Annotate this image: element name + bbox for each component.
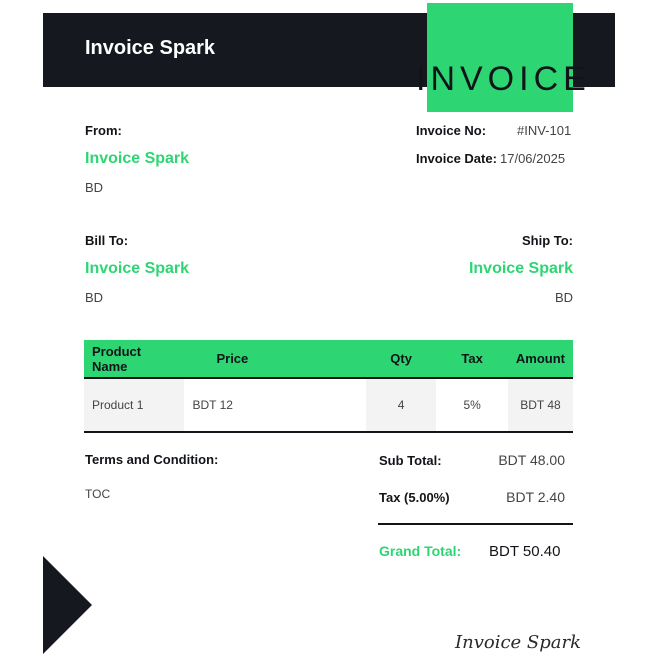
grand-total-value: BDT 50.40 [489,543,561,560]
bill-to-company: Invoice Spark [85,260,190,277]
col-header-tax: Tax [436,340,508,379]
subtotal-value: BDT 48.00 [498,452,565,468]
col-header-price: Price [184,340,366,379]
subtotal-label: Sub Total: [379,453,442,468]
invoice-no-value: #INV-101 [517,123,572,138]
table-row: Product 1 BDT 12 4 5% BDT 48 [84,378,573,433]
col-header-amount: Amount [507,340,573,379]
invoice-title: INVOICE [416,60,591,98]
items-table: Product Name Price Qty Tax Amount Produc… [84,340,573,433]
terms-text: TOC [85,487,111,501]
col-header-product: Product Name [84,340,185,379]
bill-to-address: BD [85,290,104,305]
bill-to-label: Bill To: [85,233,129,248]
cell-qty: 4 [365,378,437,433]
brand-name: Invoice Spark [85,37,216,59]
totals-divider [378,523,573,525]
terms-label: Terms and Condition: [85,452,219,467]
invoice-no-label: Invoice No: [416,123,487,138]
invoice-date-label: Invoice Date: [416,151,497,166]
ship-to-label: Ship To: [521,233,573,248]
from-address: BD [85,180,104,195]
cell-amount: BDT 48 [507,378,573,433]
cell-price: BDT 12 [184,378,366,433]
invoice-date-value: 17/06/2025 [500,151,566,166]
grand-total-label: Grand Total: [379,543,462,559]
table-header-row: Product Name Price Qty Tax Amount [84,340,573,379]
from-label: From: [85,123,122,138]
col-header-qty: Qty [365,340,437,379]
signature: Invoice Spark [455,632,582,653]
decorative-triangle [43,556,92,654]
ship-to-company: Invoice Spark [468,260,573,277]
tax-value: BDT 2.40 [506,489,565,505]
from-company: Invoice Spark [85,150,190,167]
cell-product: Product 1 [84,378,185,433]
cell-tax: 5% [436,378,508,433]
ship-to-address: BD [554,290,573,305]
tax-label: Tax (5.00%) [379,490,450,505]
